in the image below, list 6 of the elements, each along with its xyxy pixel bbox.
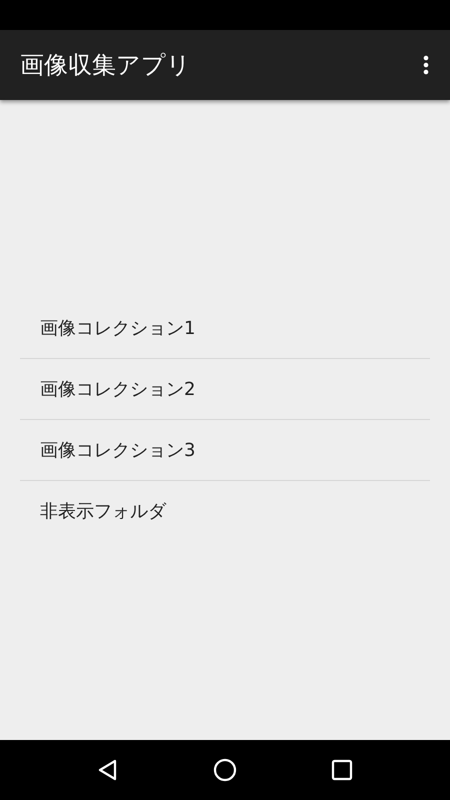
home-icon[interactable]: [212, 757, 238, 783]
list-item[interactable]: 非表示フォルダ: [20, 481, 430, 541]
list-item[interactable]: 画像コレクション3: [20, 420, 430, 481]
app-title: 画像収集アプリ: [20, 50, 191, 81]
list-item[interactable]: 画像コレクション1: [20, 298, 430, 359]
list-item[interactable]: 画像コレクション2: [20, 359, 430, 420]
